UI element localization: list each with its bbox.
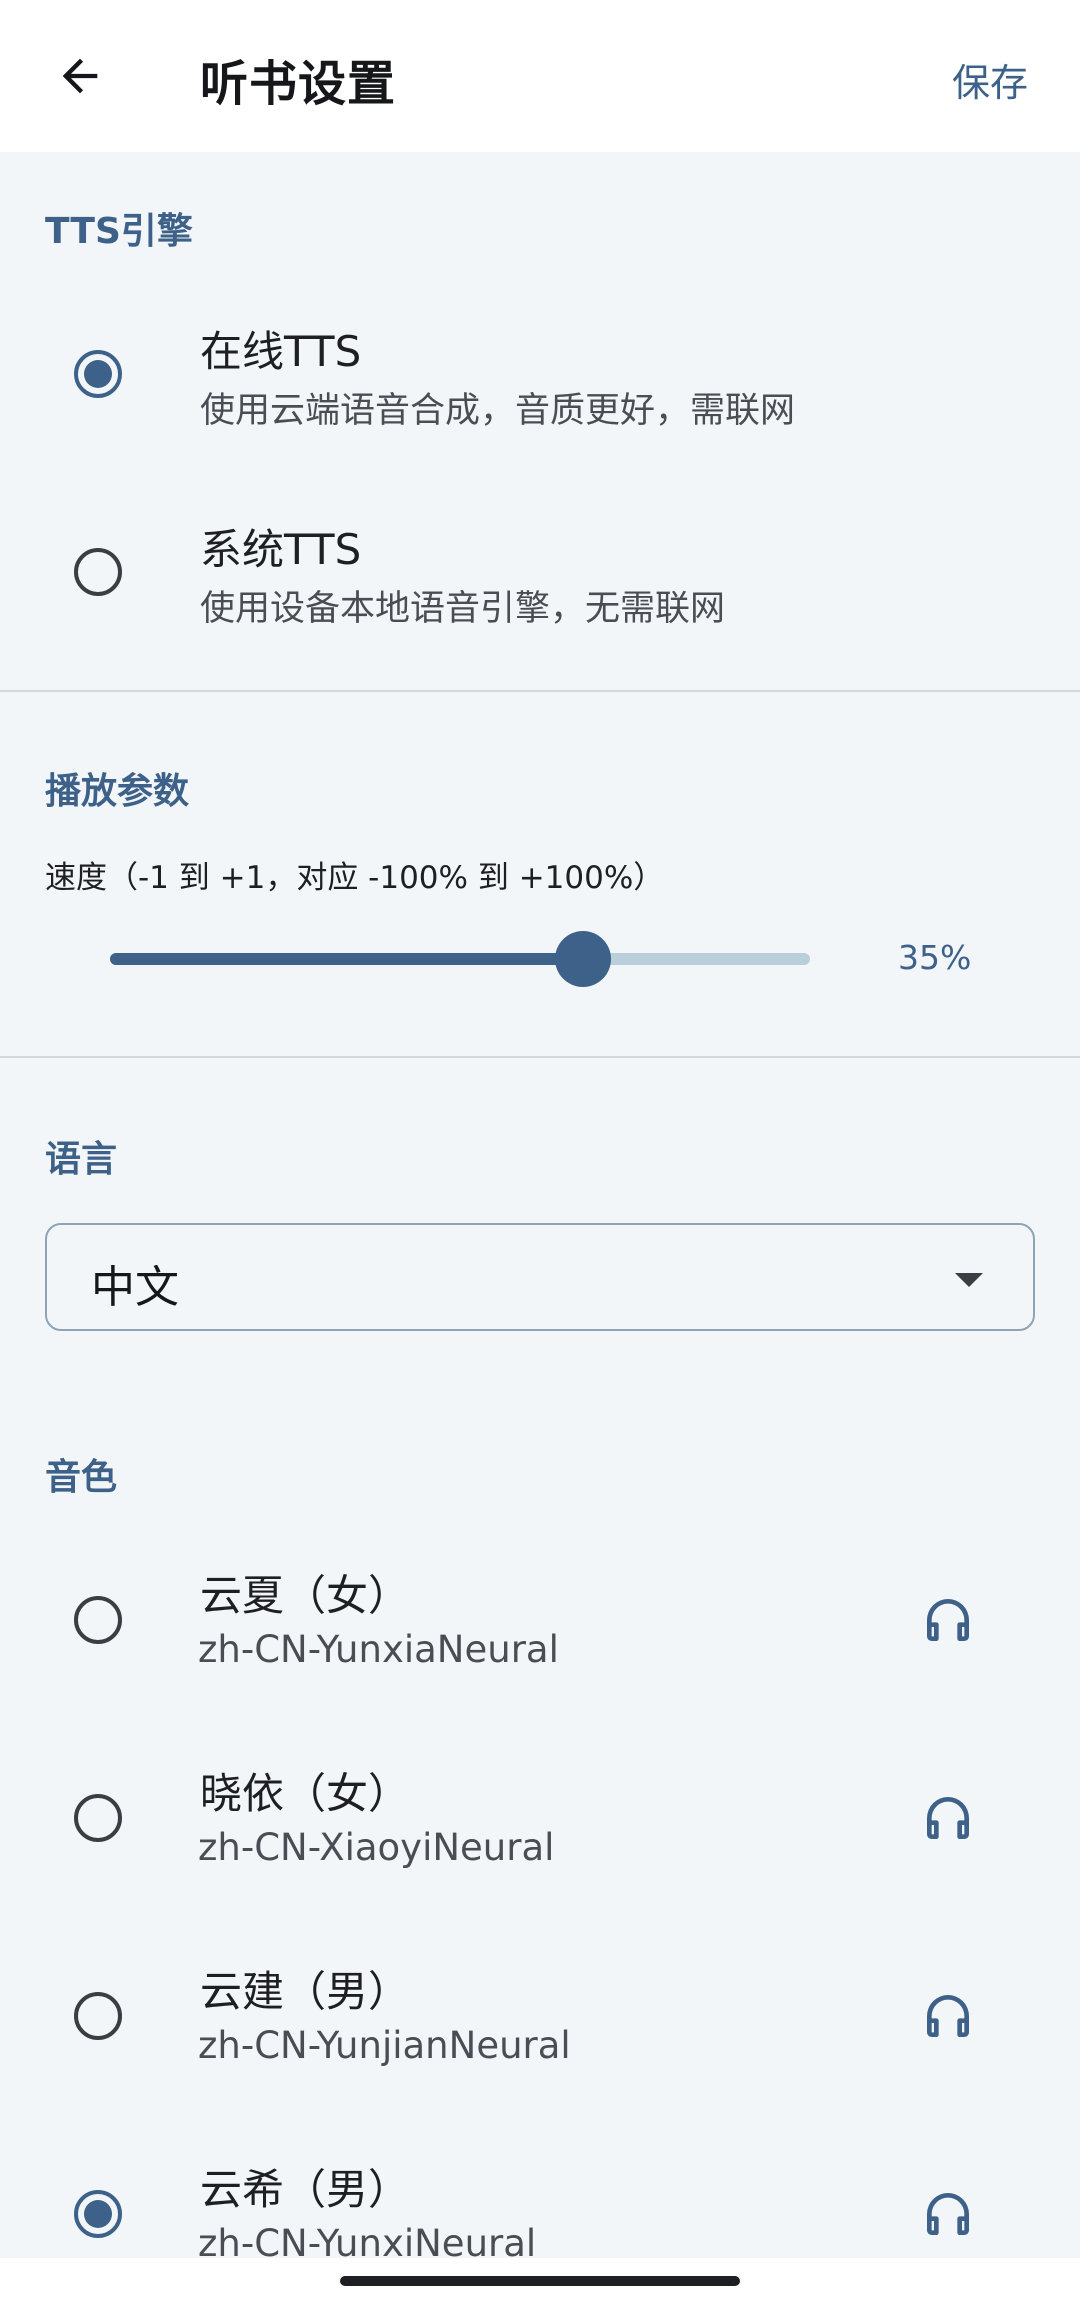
tts-option-subtitle: 使用云端语音合成，音质更好，需联网 <box>200 391 796 431</box>
language-dropdown[interactable]: 中文 <box>45 1223 1035 1331</box>
voice-code: zh-CN-YunxiaNeural <box>198 1628 559 1671</box>
speed-value: 35% <box>898 938 972 977</box>
tts-option-online[interactable]: 在线TTS 使用云端语音合成，音质更好，需联网 <box>0 294 1080 454</box>
radio-voice-yunxia[interactable] <box>74 1596 122 1644</box>
arrow-left-icon <box>62 58 98 94</box>
radio-voice-yunjian[interactable] <box>74 1992 122 2040</box>
section-divider <box>0 1056 1080 1058</box>
back-button[interactable] <box>40 36 120 116</box>
radio-voice-xiaoyi[interactable] <box>74 1794 122 1842</box>
speed-slider-fill <box>110 953 583 965</box>
voice-name: 云夏（女） <box>200 1571 411 1620</box>
playback-header: 播放参数 <box>45 771 190 812</box>
section-divider <box>0 690 1080 692</box>
voice-name: 云建（男） <box>200 1967 411 2016</box>
speed-slider-thumb[interactable] <box>554 931 611 987</box>
page-title: 听书设置 <box>200 56 397 112</box>
headphones-icon[interactable] <box>920 1988 976 2044</box>
dropdown-arrow-icon <box>955 1273 983 1287</box>
voice-name: 云希（男） <box>200 2165 411 2214</box>
radio-online-tts[interactable] <box>74 350 122 398</box>
voice-item[interactable]: 晓依（女） zh-CN-XiaoyiNeural <box>0 1738 1080 1898</box>
top-app-bar: 听书设置 保存 <box>0 0 1080 152</box>
tts-engine-header: TTS引擎 <box>45 211 193 252</box>
radio-system-tts[interactable] <box>74 548 122 596</box>
tts-option-system[interactable]: 系统TTS 使用设备本地语音引擎，无需联网 <box>0 492 1080 652</box>
headphones-icon[interactable] <box>920 1592 976 1648</box>
voice-header: 音色 <box>45 1457 118 1498</box>
voice-name: 晓依（女） <box>200 1769 411 1818</box>
language-header: 语言 <box>45 1139 118 1180</box>
radio-voice-yunxi[interactable] <box>74 2190 122 2238</box>
voice-code: zh-CN-YunjianNeural <box>198 2024 571 2067</box>
headphones-icon[interactable] <box>920 1790 976 1846</box>
home-indicator[interactable] <box>340 2276 740 2286</box>
voice-item[interactable]: 云建（男） zh-CN-YunjianNeural <box>0 1936 1080 2096</box>
voice-code: zh-CN-XiaoyiNeural <box>198 1826 555 1869</box>
headphones-icon[interactable] <box>920 2186 976 2242</box>
tts-option-title: 在线TTS <box>200 327 362 376</box>
save-button[interactable]: 保存 <box>952 52 1028 107</box>
tts-option-subtitle: 使用设备本地语音引擎，无需联网 <box>200 589 726 629</box>
speed-label: 速度（-1 到 +1，对应 -100% 到 +100%） <box>45 860 665 896</box>
language-selected-value: 中文 <box>91 1262 179 1313</box>
voice-item[interactable]: 云夏（女） zh-CN-YunxiaNeural <box>0 1540 1080 1700</box>
tts-option-title: 系统TTS <box>200 525 362 574</box>
